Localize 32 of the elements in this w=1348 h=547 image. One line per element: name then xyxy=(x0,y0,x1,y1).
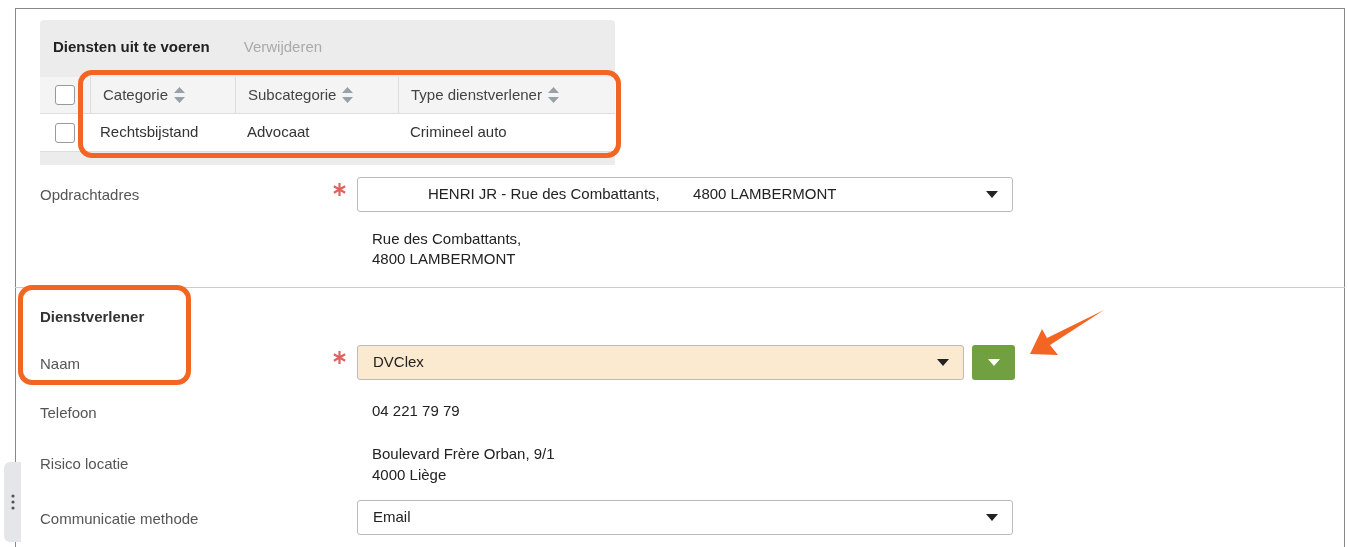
field-value: Boulevard Frère Orban, 9/1 xyxy=(372,444,555,464)
table-title: Diensten uit te voeren xyxy=(53,37,210,58)
sort-icon[interactable] xyxy=(547,87,559,103)
checkbox[interactable] xyxy=(55,122,75,143)
field-value: 04 221 79 79 xyxy=(372,401,460,421)
dropdown-button[interactable] xyxy=(972,345,1015,380)
table-cell-text: Advocaat xyxy=(246,122,311,143)
field-value: 4000 Liège xyxy=(372,465,447,485)
sort-icon[interactable] xyxy=(174,87,186,103)
caret-icon xyxy=(987,359,1000,366)
column-header[interactable]: Categorie xyxy=(90,77,235,113)
column-header[interactable]: Type dienstverlener xyxy=(398,77,605,113)
field-label: Naam xyxy=(40,354,80,374)
caret-icon xyxy=(986,514,998,521)
dropdown-field[interactable]: Email xyxy=(357,500,1013,535)
table-cell-text: Rechtsbijstand xyxy=(99,122,200,143)
caret-icon xyxy=(986,191,998,198)
field-label: Communicatie methode xyxy=(40,509,199,529)
dropdown-field[interactable]: HENRI JR - Rue des Combattants, 4800 LAMBERMONT xyxy=(357,177,1013,212)
table-cell-text: Crimineel auto xyxy=(409,122,508,143)
field-label: Telefoon xyxy=(40,403,97,423)
address-text: 4800 LAMBERMONT xyxy=(372,249,516,269)
section-title: Dienstverlener xyxy=(40,307,145,327)
dropdown-field[interactable]: DVClex xyxy=(357,345,964,380)
caret-icon xyxy=(937,359,949,366)
checkbox[interactable] xyxy=(55,85,75,105)
drag-handle[interactable] xyxy=(4,462,21,542)
column-header[interactable]: Subcategorie xyxy=(235,77,398,113)
field-label: Risico locatie xyxy=(40,454,129,474)
sort-icon[interactable] xyxy=(342,87,354,103)
field-label: Opdrachtadres xyxy=(40,185,140,205)
address-text: Rue des Combattants, xyxy=(372,229,522,249)
